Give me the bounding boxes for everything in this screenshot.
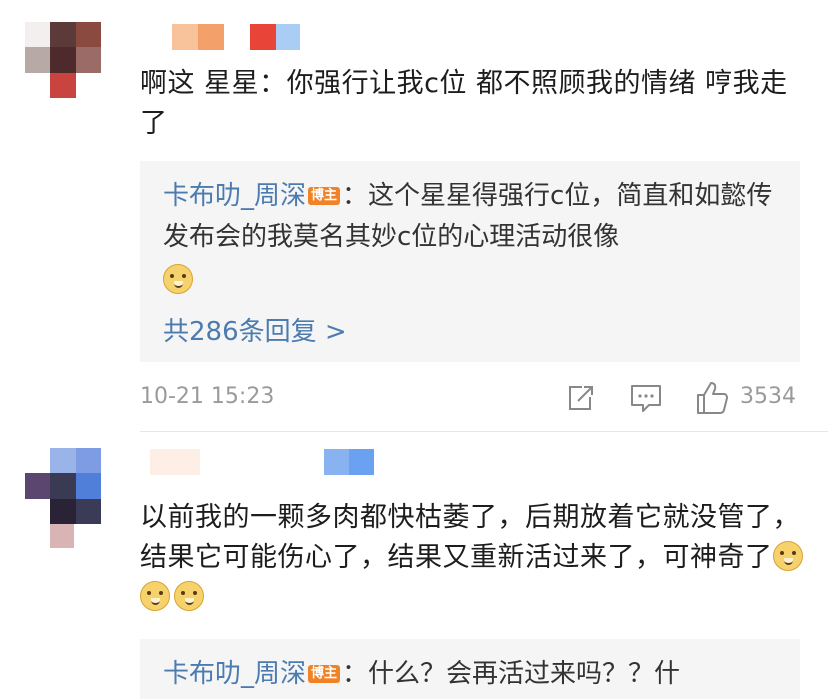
doge-emoji bbox=[174, 581, 204, 611]
host-badge: 博主 bbox=[308, 665, 341, 683]
like-icon[interactable] bbox=[692, 378, 732, 418]
reply-author-link[interactable]: 卡布叻_周深 bbox=[163, 181, 306, 211]
comment-text: 啊这 星星：你强行让我c位 都不照顾我的情绪 哼我走了 bbox=[140, 68, 788, 139]
more-replies-link[interactable]: 共286条回复 > bbox=[163, 311, 347, 348]
doge-emoji bbox=[140, 581, 170, 611]
reply-text: 卡布叻_周深 博主 ：什么？会再活过来吗？？什 bbox=[163, 654, 783, 695]
username-blurred[interactable] bbox=[150, 449, 374, 475]
host-badge: 博主 bbox=[308, 187, 341, 205]
avatar-fragment bbox=[50, 524, 74, 548]
reply-author-link[interactable]: 卡布叻_周深 bbox=[163, 659, 306, 689]
share-icon[interactable] bbox=[560, 378, 600, 418]
avatar[interactable] bbox=[25, 448, 101, 524]
comment-1: 啊这 星星：你强行让我c位 都不照顾我的情绪 哼我走了 卡布叻_周深 博主 ：这个星… bbox=[0, 0, 828, 432]
comment-2: 以前我的一颗多肉都快枯萎了，后期放着它就没管了，结果它可能伤心了，结果又重新活过… bbox=[0, 432, 828, 699]
username-blurred[interactable] bbox=[172, 24, 300, 50]
doge-emoji bbox=[163, 264, 193, 294]
reply-text: 卡布叻_周深 博主 ：这个星星得强行c位，简直和如懿传发布会的我莫名其妙c位的心理活… bbox=[163, 176, 783, 302]
comment-text: 以前我的一颗多肉都快枯萎了，后期放着它就没管了，结果它可能伤心了，结果又重新活过… bbox=[140, 498, 810, 618]
reply-body: ：什么？会再活过来吗？？什 bbox=[342, 659, 681, 689]
doge-emoji bbox=[772, 541, 803, 571]
reply-box[interactable]: 卡布叻_周深 博主 ：这个星星得强行c位，简直和如懿传发布会的我莫名其妙c位的心理活… bbox=[140, 161, 800, 362]
comment-meta: 10-21 15:23 3534 bbox=[140, 378, 800, 418]
comment-icon[interactable] bbox=[626, 378, 666, 418]
reply-box[interactable]: 卡布叻_周深 博主 ：什么？会再活过来吗？？什 bbox=[140, 639, 800, 699]
timestamp: 10-21 15:23 bbox=[140, 384, 275, 409]
comment-body: 以前我的一颗多肉都快枯萎了，后期放着它就没管了，结果它可能伤心了，结果又重新活过… bbox=[140, 502, 800, 573]
like-count: 3534 bbox=[740, 384, 796, 409]
avatar[interactable] bbox=[25, 22, 101, 98]
